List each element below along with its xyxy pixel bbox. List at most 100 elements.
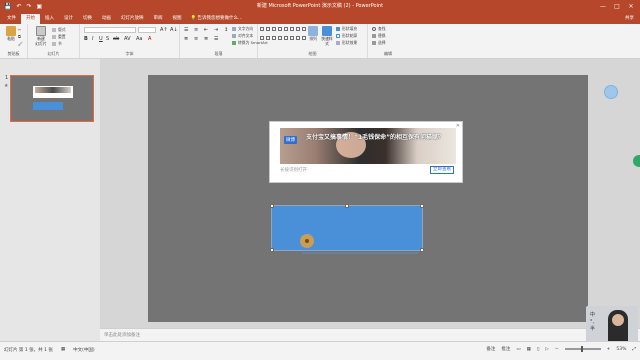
align-text-button[interactable]: 对齐文本 [232, 33, 253, 39]
resize-handle[interactable] [420, 204, 424, 208]
shape-shadow-line [302, 252, 418, 254]
align-center-icon[interactable]: ≡ [194, 36, 198, 42]
italic-button[interactable]: I [92, 36, 93, 42]
cut-icon[interactable]: ✂ [18, 27, 21, 33]
font-name-combo[interactable] [84, 27, 136, 33]
notes-pane[interactable]: 单击此处添加备注 [100, 328, 640, 341]
new-slide-icon [36, 26, 46, 36]
quick-styles-button[interactable]: 快速样式 [320, 26, 334, 46]
indent-increase-icon[interactable]: ⇥ [214, 27, 218, 33]
magnifier-icon [372, 27, 376, 31]
slide-position: 幻灯片 第 1 张，共 1 张 [4, 348, 53, 353]
blue-rectangle-shape[interactable] [270, 204, 424, 254]
slide-canvas[interactable]: 微博 支付宝又搞事情！“1毛钱保命”的相互保有何猫腻？ ✕ 长按识别打开 立即查… [148, 75, 588, 322]
ad-footer: 长按识别打开 [280, 168, 307, 173]
grow-font-icon[interactable]: A↑ [160, 27, 168, 33]
slide-thumbnail[interactable] [10, 75, 94, 122]
zoom-out-icon[interactable]: − [555, 347, 559, 352]
tab-animations[interactable]: 动画 [97, 14, 116, 24]
align-right-icon[interactable]: ≣ [204, 36, 208, 42]
close-icon[interactable]: ✕ [456, 123, 460, 129]
comments-button[interactable]: 批注 [501, 346, 510, 352]
minimize-button[interactable]: — [596, 0, 610, 14]
ad-headline: 支付宝又搞事情！“1毛钱保命”的相互保有何猫腻？ [306, 134, 445, 141]
justify-icon[interactable]: ☰ [214, 36, 218, 42]
tab-view[interactable]: 视图 [168, 14, 187, 24]
normal-view-icon[interactable]: ▭ [516, 347, 520, 352]
resize-handle[interactable] [270, 204, 274, 208]
zoom-in-icon[interactable]: + [607, 347, 611, 352]
tab-file[interactable]: 文件 [2, 14, 21, 24]
notes-button[interactable]: 备注 [486, 346, 495, 352]
ad-badge: 微博 [284, 136, 297, 144]
replace-button[interactable]: 替换 [372, 33, 386, 39]
ad-cta-button[interactable]: 立即查看 [430, 166, 454, 174]
change-case-button[interactable]: Aa [136, 36, 142, 42]
notes-placeholder: 单击此处添加备注 [104, 333, 140, 338]
arrange-button[interactable]: 排列 [306, 26, 320, 42]
font-color-button[interactable]: A [148, 36, 151, 42]
new-slide-button[interactable]: 新建 幻灯片 [32, 26, 50, 46]
align-text-icon [232, 34, 236, 38]
fit-to-window-icon[interactable]: ⤢ [632, 346, 636, 352]
tell-me-label: 告诉我您想要做什么... [197, 16, 243, 21]
language-indicator[interactable]: 中文(中国) [73, 347, 95, 353]
find-button[interactable]: 查找 [372, 26, 386, 32]
ime-indicator[interactable]: 中 °, 半 [590, 312, 595, 333]
paste-button[interactable]: 粘贴 [4, 26, 18, 42]
tab-transitions[interactable]: 切换 [78, 14, 97, 24]
tab-home[interactable]: 开始 [21, 14, 40, 24]
align-left-icon[interactable]: ≣ [184, 36, 188, 42]
underline-button[interactable]: U [99, 36, 103, 42]
tab-review[interactable]: 审阅 [149, 14, 168, 24]
strikethrough-button[interactable]: ab [113, 36, 119, 42]
shape-effects-button[interactable]: 形状效果 [336, 40, 357, 46]
smartart-icon [232, 41, 236, 45]
floating-assistant-ball[interactable] [604, 85, 618, 99]
bold-button[interactable]: B [84, 36, 88, 42]
tab-design[interactable]: 设计 [59, 14, 78, 24]
reading-view-icon[interactable]: ▯ [537, 347, 539, 352]
select-button[interactable]: 选择 [372, 40, 386, 46]
ad-card-image[interactable]: 微博 支付宝又搞事情！“1毛钱保命”的相互保有何猫腻？ ✕ 长按识别打开 立即查… [269, 121, 463, 183]
title-bar: 💾 ↶ ↷ ▣ 新建 Microsoft PowerPoint 演示文稿 (2)… [0, 0, 640, 14]
slide-sorter-icon[interactable]: ▦ [527, 347, 531, 352]
side-green-tab[interactable] [633, 155, 640, 167]
zoom-slider[interactable] [564, 346, 601, 352]
ribbon: 粘贴 ✂ ⧉ 🖌 剪贴板 新建 幻灯片 版式 重置 节 幻灯片 A↑ A↓ B … [0, 24, 640, 59]
numbering-icon[interactable]: ≡ [194, 27, 198, 33]
shape-outline-button[interactable]: 形状轮廓 [336, 33, 357, 39]
share-button[interactable]: 共享 [625, 15, 634, 23]
close-button[interactable]: ✕ [624, 0, 638, 14]
reset-button[interactable]: 重置 [52, 34, 66, 40]
text-direction-button[interactable]: 文字方向 [232, 26, 253, 32]
shapes-gallery[interactable] [260, 27, 306, 43]
resize-handle[interactable] [420, 248, 424, 252]
shadow-button[interactable]: S [106, 36, 109, 42]
zoom-level[interactable]: 53% [616, 347, 626, 352]
slideshow-icon[interactable]: ▷ [545, 347, 548, 352]
thumbnail-ad-card [33, 86, 73, 98]
tell-me-search[interactable]: 💡 告诉我您想要做什么... [187, 14, 243, 24]
shape-fill-button[interactable]: 形状填充 [336, 26, 357, 32]
tab-slideshow[interactable]: 幻灯片放映 [116, 14, 149, 24]
line-spacing-icon[interactable]: ↕ [224, 27, 228, 33]
section-button[interactable]: 节 [52, 41, 62, 47]
slides-group: 新建 幻灯片 版式 重置 节 幻灯片 [28, 24, 80, 58]
copy-icon[interactable]: ⧉ [18, 34, 21, 40]
shrink-font-icon[interactable]: A↓ [170, 27, 178, 33]
arrange-icon [308, 26, 318, 36]
effects-icon [336, 41, 340, 45]
resize-handle[interactable] [345, 204, 349, 208]
char-spacing-button[interactable]: AV [124, 36, 131, 42]
font-size-combo[interactable] [138, 27, 156, 33]
tab-insert[interactable]: 插入 [40, 14, 59, 24]
layout-button[interactable]: 版式 [52, 27, 66, 33]
text-direction-icon [232, 27, 236, 31]
bullets-icon[interactable]: ☰ [184, 27, 188, 33]
spellcheck-icon[interactable]: ▦ [61, 347, 65, 353]
resize-handle[interactable] [270, 248, 274, 252]
format-painter-icon[interactable]: 🖌 [18, 41, 23, 47]
maximize-button[interactable]: □ [610, 0, 624, 14]
indent-decrease-icon[interactable]: ⇤ [204, 27, 208, 33]
